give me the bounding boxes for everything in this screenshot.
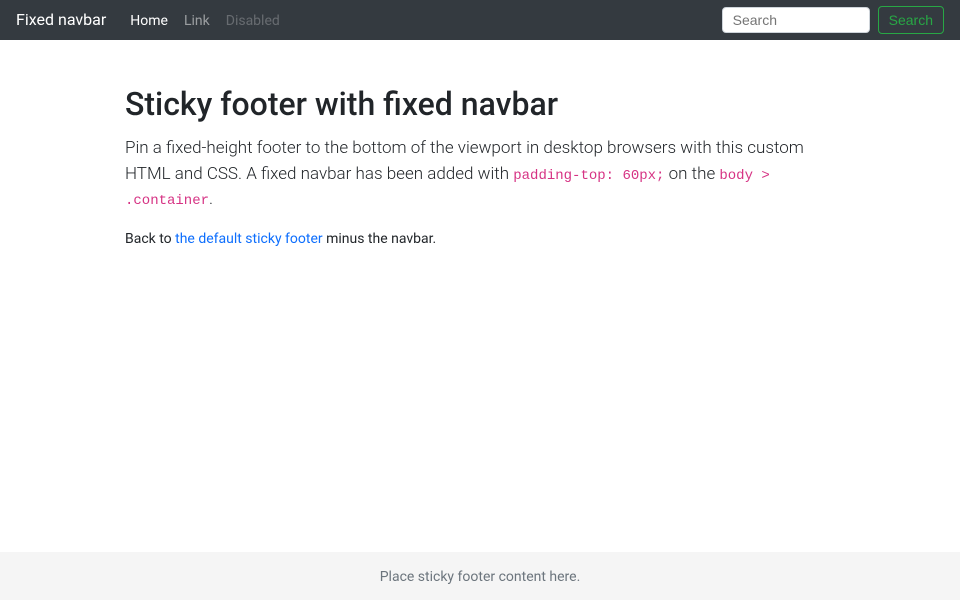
back-text-2: minus the navbar. [323, 231, 437, 247]
footer: Place sticky footer content here. [0, 552, 960, 600]
main-content: Sticky footer with fixed navbar Pin a fi… [0, 0, 960, 552]
nav-link-disabled: Disabled [218, 5, 288, 37]
lead-paragraph: Pin a fixed-height footer to the bottom … [125, 136, 835, 213]
code-padding: padding-top: 60px; [513, 168, 664, 184]
search-input[interactable] [722, 7, 870, 33]
lead-text-2: on the [664, 164, 719, 184]
search-form: Search [722, 6, 944, 34]
page-title: Sticky footer with fixed navbar [125, 80, 835, 128]
navbar-brand[interactable]: Fixed navbar [16, 8, 106, 32]
nav-link-link[interactable]: Link [176, 5, 218, 37]
navbar: Fixed navbar Home Link Disabled Search [0, 0, 960, 40]
navbar-nav: Home Link Disabled [122, 8, 721, 32]
footer-text: Place sticky footer content here. [380, 569, 581, 585]
back-text-1: Back to [125, 231, 175, 247]
search-button[interactable]: Search [878, 6, 944, 34]
lead-text-3: . [209, 189, 213, 209]
back-paragraph: Back to the default sticky footer minus … [125, 229, 835, 250]
back-link[interactable]: the default sticky footer [175, 231, 322, 247]
nav-link-home[interactable]: Home [122, 5, 176, 37]
